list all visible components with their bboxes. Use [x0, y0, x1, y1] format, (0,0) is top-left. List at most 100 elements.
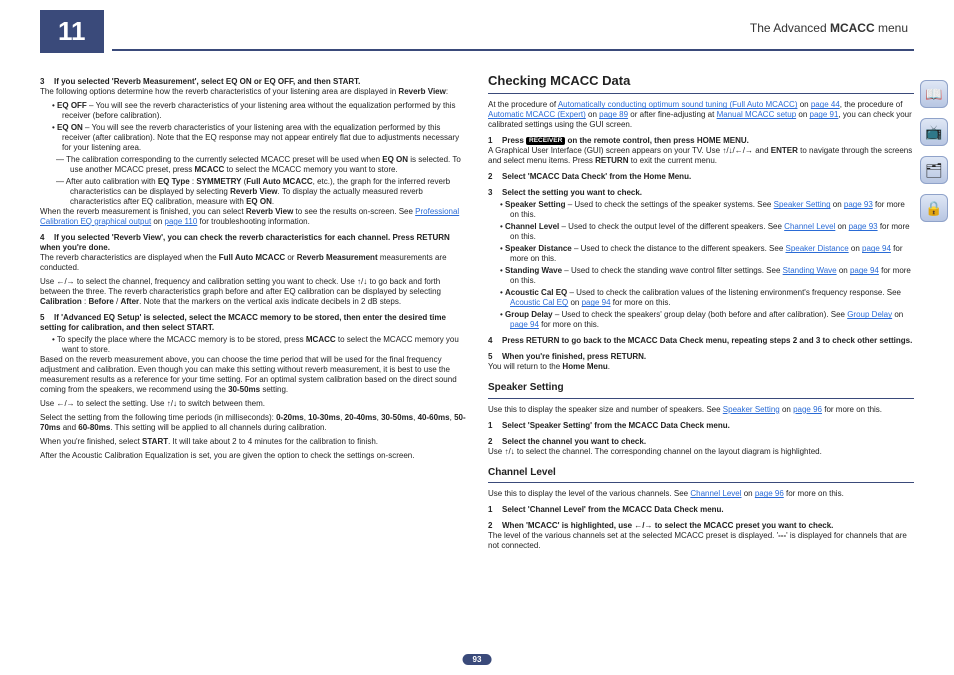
step-4-text: If you selected 'Reverb View', you can c…	[40, 233, 450, 252]
header-rule: The Advanced MCACC menu	[112, 13, 915, 51]
t: After	[120, 297, 139, 306]
t: – You will see the reverb characteristic…	[62, 123, 459, 152]
step-4: 4If you selected 'Reverb View', you can …	[40, 233, 466, 253]
help-icon[interactable]: 🗂	[920, 156, 948, 184]
t: on	[151, 217, 164, 226]
t: to exit the current menu.	[629, 156, 718, 165]
t: setting.	[260, 385, 288, 394]
t: EQ ON	[382, 155, 408, 164]
book-icon[interactable]: 📖	[920, 80, 948, 108]
t: – You will see the reverb characteristic…	[62, 101, 455, 120]
link-ss[interactable]: Speaker Setting	[723, 405, 780, 414]
t: 30-50ms	[381, 413, 413, 422]
lock-icon[interactable]: 🔒	[920, 194, 948, 222]
t: 40-60ms	[418, 413, 450, 422]
cl-2-sub: The level of the various channels set at…	[488, 531, 914, 551]
step-4-sub: The reverb characteristics are displayed…	[40, 253, 466, 273]
b-ac: Acoustic Cal EQ – Used to check the cali…	[510, 288, 914, 308]
t: . It will take about 2 to 4 minutes for …	[168, 437, 378, 446]
link-ac[interactable]: Acoustic Cal EQ	[510, 298, 568, 307]
t: ---	[778, 531, 786, 540]
p5-1: Based on the reverb measurement above, y…	[40, 355, 466, 395]
link-manual[interactable]: Manual MCACC setup	[717, 110, 797, 119]
link-page-110[interactable]: page 110	[165, 217, 198, 226]
link-clv[interactable]: Channel Level	[690, 489, 741, 498]
step-3-sub: The following options determine how the …	[40, 87, 466, 97]
header-title: The Advanced MCACC menu	[744, 21, 914, 35]
link-gd[interactable]: Group Delay	[847, 310, 892, 319]
t: Full Auto MCACC	[246, 177, 312, 186]
ss-2: 2Select the channel you want to check.	[488, 437, 914, 447]
dash-2: After auto calibration with EQ Type : SY…	[70, 177, 466, 207]
t: . Note that the markers on the vertical …	[139, 297, 401, 306]
rstep-4: 4Press RETURN to go back to the MCACC Da…	[488, 336, 914, 346]
t: for troubleshooting information.	[197, 217, 310, 226]
link-p89[interactable]: page 89	[599, 110, 628, 119]
link-p94c[interactable]: page 94	[582, 298, 611, 307]
t: Reverb Measurement	[297, 253, 378, 262]
document-page: 11 The Advanced MCACC menu 3If you selec…	[0, 0, 954, 675]
t: To specify the place where the MCACC mem…	[57, 335, 306, 344]
t: When you're finished, select	[40, 437, 142, 446]
ss-2-sub: Use ↑/↓ to select the channel. The corre…	[488, 447, 914, 457]
link-expert[interactable]: Automatic MCACC (Expert)	[488, 110, 586, 119]
t: Speaker Setting	[505, 200, 565, 209]
rule	[488, 398, 914, 399]
t: START	[142, 437, 168, 446]
link-p94b[interactable]: page 94	[850, 266, 879, 275]
link-p91[interactable]: page 91	[810, 110, 839, 119]
link-p94a[interactable]: page 94	[862, 244, 891, 253]
t: Reverb View	[398, 87, 445, 96]
t: MCACC	[306, 335, 336, 344]
bullet-5: To specify the place where the MCACC mem…	[62, 335, 466, 355]
t: When the reverb measurement is finished,…	[40, 207, 246, 216]
t: on	[849, 244, 862, 253]
t: for more on this.	[611, 298, 671, 307]
link-p93b[interactable]: page 93	[849, 222, 878, 231]
step-3-text: If you selected 'Reverb Measurement', se…	[54, 77, 360, 86]
header-title-post: menu	[875, 21, 908, 35]
t: Select 'Channel Level' from the MCACC Da…	[502, 505, 724, 514]
t: Full Auto MCACC	[219, 253, 285, 262]
t: The calibration corresponding to the cur…	[66, 155, 382, 164]
t: on	[835, 222, 848, 231]
t: Before	[88, 297, 113, 306]
link-p44[interactable]: page 44	[811, 100, 840, 109]
h2-checking: Checking MCACC Data	[488, 73, 914, 89]
t: Select the setting from the following ti…	[40, 413, 276, 422]
link-p93a[interactable]: page 93	[844, 200, 873, 209]
t: The level of the various channels set at…	[488, 531, 778, 540]
content-columns: 3If you selected 'Reverb Measurement', s…	[0, 57, 954, 555]
link-sw[interactable]: Standing Wave	[783, 266, 837, 275]
step-5: 5If 'Advanced EQ Setup' is selected, sel…	[40, 313, 466, 333]
tv-icon[interactable]: 📺	[920, 118, 948, 146]
t: to select the MCACC memory you want to s…	[224, 165, 397, 174]
link-p94d[interactable]: page 94	[510, 320, 539, 329]
p5-3: Select the setting from the following ti…	[40, 413, 466, 433]
link-sd[interactable]: Speaker Distance	[786, 244, 849, 253]
t: MCACC	[195, 165, 225, 174]
link-cl[interactable]: Channel Level	[784, 222, 835, 231]
header-title-bold: MCACC	[830, 21, 875, 35]
t: When you're finished, press RETURN.	[502, 352, 646, 361]
t: Home Menu	[562, 362, 607, 371]
t: Use ←/→ to select the channel, frequency…	[40, 277, 441, 296]
link-sp[interactable]: Speaker Setting	[774, 200, 831, 209]
b-cl: Channel Level – Used to check the output…	[510, 222, 914, 242]
t: Select the channel you want to check.	[502, 437, 646, 446]
t: EQ ON	[246, 197, 272, 206]
link-p96a[interactable]: page 96	[793, 405, 822, 414]
b-sw: Standing Wave – Used to check the standi…	[510, 266, 914, 286]
t: for more on this.	[784, 489, 844, 498]
t: Standing Wave	[505, 266, 562, 275]
link-auto-mcacc[interactable]: Automatically conducting optimum sound t…	[558, 100, 798, 109]
t: . This setting will be applied to all ch…	[110, 423, 326, 432]
link-p96b[interactable]: page 96	[755, 489, 784, 498]
reverb-finish: When the reverb measurement is finished,…	[40, 207, 466, 227]
t: 60-80ms	[78, 423, 110, 432]
t: – Used to check the output level of the …	[559, 222, 784, 231]
t: on	[837, 266, 850, 275]
t: on	[586, 110, 599, 119]
t: Calibration	[40, 297, 82, 306]
t: .	[272, 197, 274, 206]
